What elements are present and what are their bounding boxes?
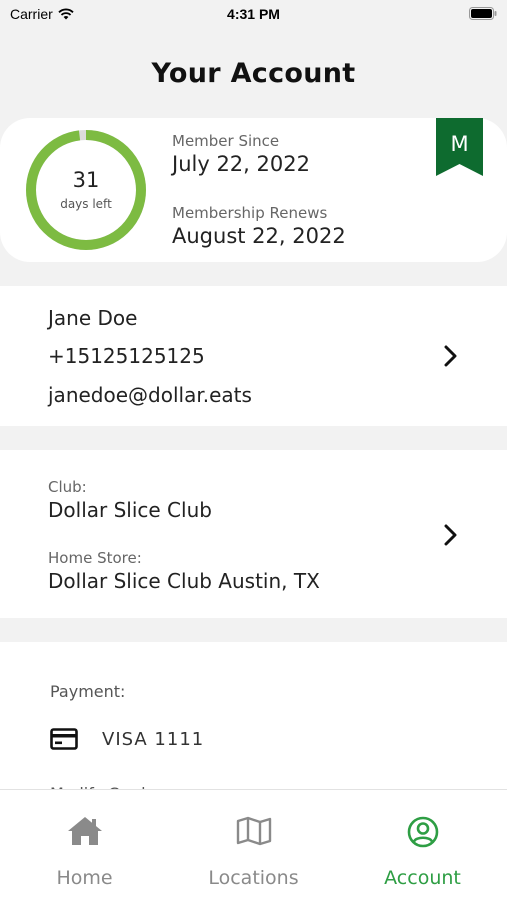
map-icon xyxy=(236,816,271,846)
chevron-right-icon[interactable] xyxy=(442,524,460,546)
status-bar: Carrier 4:31 PM xyxy=(0,0,507,30)
status-time: 4:31 PM xyxy=(227,6,280,22)
tab-account-label: Account xyxy=(384,867,461,889)
payment-label: Payment: xyxy=(50,682,126,701)
ring-text: 31 days left xyxy=(24,128,148,252)
renews-value: August 22, 2022 xyxy=(172,224,346,248)
payment-card-row[interactable]: VISA 1111 xyxy=(50,728,204,750)
profile-phone: +15125125125 xyxy=(48,344,205,368)
tab-account[interactable]: Account xyxy=(338,790,507,900)
profile-section[interactable]: Jane Doe +15125125125 janedoe@dollar.eat… xyxy=(0,286,507,426)
membership-badge-icon: M xyxy=(436,118,483,176)
payment-section: Payment: VISA 1111 Modify Card xyxy=(0,642,507,800)
page-title: Your Account xyxy=(151,58,356,89)
club-section[interactable]: Club: Dollar Slice Club Home Store: Doll… xyxy=(0,450,507,618)
days-left-count: 31 xyxy=(72,168,100,193)
profile-name: Jane Doe xyxy=(48,306,138,330)
card-text: VISA 1111 xyxy=(102,728,205,750)
club-label: Club: xyxy=(48,478,87,496)
badge-letter: M xyxy=(450,132,468,156)
tab-home-label: Home xyxy=(56,867,113,889)
battery-icon xyxy=(469,7,497,20)
profile-email: janedoe@dollar.eats xyxy=(48,383,252,407)
membership-card: 31 days left Member Since July 22, 2022 … xyxy=(0,118,507,262)
home-store-name: Dollar Slice Club Austin, TX xyxy=(48,569,320,593)
home-icon xyxy=(67,817,102,845)
chevron-right-icon[interactable] xyxy=(442,345,460,367)
renews-label: Membership Renews xyxy=(172,204,328,222)
member-since-label: Member Since xyxy=(172,132,280,150)
home-store-label: Home Store: xyxy=(48,549,142,567)
credit-card-icon xyxy=(50,728,78,750)
days-left-label: days left xyxy=(60,196,112,211)
member-since-value: July 22, 2022 xyxy=(172,152,310,176)
tab-locations-label: Locations xyxy=(208,867,299,889)
tab-home[interactable]: Home xyxy=(0,790,169,900)
tab-locations[interactable]: Locations xyxy=(169,790,338,900)
club-name: Dollar Slice Club xyxy=(48,498,212,522)
tab-bar: Home Locations Account xyxy=(0,789,507,900)
account-icon xyxy=(407,816,438,848)
